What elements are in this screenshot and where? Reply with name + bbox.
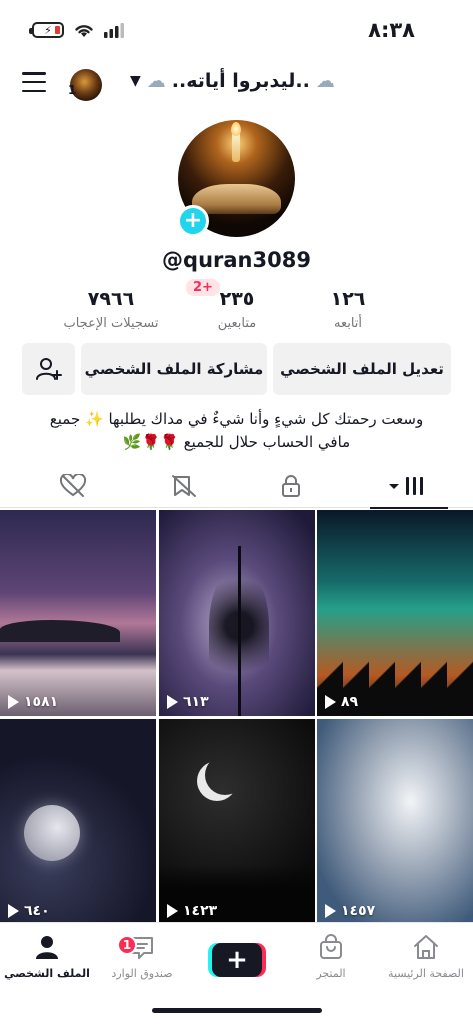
edit-profile-button[interactable]: تعديل الملف الشخصي [273, 343, 451, 395]
chevron-down-icon: ▼ [130, 73, 141, 89]
view-count-value: ٦١٣ [183, 694, 209, 710]
nav-inbox-label: صندوق الوارد [111, 967, 173, 980]
following-count: ١٢٦ [330, 288, 366, 310]
play-icon [325, 695, 336, 709]
following-label: أتابعه [333, 316, 363, 331]
candle-graphic [232, 132, 240, 162]
view-count: ١٤٥٧ [325, 903, 375, 919]
view-count-value: ٦٤٠ [24, 903, 50, 919]
hidden-bookmark-icon [172, 475, 196, 497]
add-photo-button[interactable]: + [177, 205, 209, 237]
video-thumbnail[interactable]: ٦١٣ [159, 510, 315, 716]
view-count-value: ١٤٥٧ [341, 903, 376, 919]
status-bar: ⚡ ٨:٣٨ [0, 0, 473, 60]
signal-icon [104, 23, 124, 38]
profile-actions: مشاركة الملف الشخصي تعديل الملف الشخصي [22, 343, 451, 395]
nav-shop-label: المتجر [316, 967, 346, 980]
tree-graphic [209, 546, 269, 716]
inbox-badge: 1 [117, 935, 137, 955]
home-icon [414, 935, 438, 959]
tab-videos[interactable] [352, 464, 462, 509]
add-person-icon [35, 358, 62, 380]
nav-shop[interactable]: المتجر [286, 931, 376, 980]
play-icon [325, 904, 336, 918]
tab-liked[interactable] [18, 464, 128, 508]
crescent-moon-graphic [205, 755, 245, 795]
profile-header: 1 ▼ ☁ ..ليدبروا أياته.. ☁ [0, 62, 473, 106]
add-friend-button[interactable] [22, 343, 75, 395]
shopping-bag-icon [320, 934, 342, 959]
play-icon [8, 695, 19, 709]
share-profile-button[interactable]: مشاركة الملف الشخصي [81, 343, 267, 395]
view-count: ١٤٢٣ [167, 903, 217, 919]
header-follow-count: 1 [68, 83, 77, 97]
video-thumbnail[interactable]: ١٥٨١ [0, 510, 156, 716]
wifi-icon [75, 25, 93, 37]
nav-home-label: الصفحة الرئيسية [388, 967, 464, 980]
video-grid: ١٥٨١ ٦١٣ ٨٩ ٦٤٠ ١٤٢٣ ١٤٥٧ [0, 510, 473, 925]
view-count-value: ٨٩ [341, 694, 359, 710]
view-count: ٨٩ [325, 694, 358, 710]
lock-icon [282, 475, 300, 497]
video-thumbnail[interactable]: ١٤٢٣ [159, 719, 315, 925]
nav-profile[interactable]: الملف الشخصي [2, 931, 92, 980]
bio-line: وسعت رحمتك كل شيءٍ وأنا شيءٌ في مداك يطل… [49, 410, 424, 428]
menu-icon-line [22, 89, 46, 92]
play-icon [167, 695, 178, 709]
status-icons: ⚡ [29, 22, 124, 38]
account-switcher[interactable]: ▼ ☁ ..ليدبروا أياته.. ☁ [130, 70, 335, 92]
menu-icon-line [22, 80, 46, 84]
battery-icon: ⚡ [29, 22, 64, 38]
video-thumbnail[interactable]: ٨٩ [317, 510, 473, 716]
home-indicator [152, 1008, 322, 1013]
video-thumbnail[interactable]: ١٤٥٧ [317, 719, 473, 925]
content-tabs [0, 464, 473, 509]
tab-favorites[interactable] [129, 464, 239, 508]
status-time: ٨:٣٨ [368, 18, 415, 42]
stat-likes[interactable]: ٧٩٦٦ تسجيلات الإعجاب [46, 288, 176, 331]
cloud-icon: ☁ [146, 70, 166, 92]
tab-private[interactable] [236, 464, 346, 508]
moon-graphic [24, 805, 80, 861]
stat-following[interactable]: ١٢٦ أتابعه [283, 288, 413, 331]
nav-inbox[interactable]: 1 صندوق الوارد [97, 931, 187, 980]
hills-graphic [0, 620, 120, 642]
bio-line: مافي الحساب حلال للجميع 🌹🌹🌿 [122, 433, 351, 451]
nav-profile-label: الملف الشخصي [4, 967, 90, 980]
play-icon [8, 904, 19, 918]
flame-graphic [231, 122, 241, 136]
menu-icon-line [22, 72, 46, 75]
profile-stats: ٧٩٦٦ تسجيلات الإعجاب ٢٣٥ متابعين ١٢٦ أتا… [0, 288, 473, 338]
view-count: ٦١٣ [167, 694, 209, 710]
play-icon [167, 904, 178, 918]
create-button[interactable]: + [212, 943, 262, 977]
view-count-value: ١٥٨١ [24, 694, 59, 710]
username: @quran3089 [162, 248, 311, 272]
profile-icon [36, 936, 58, 959]
likes-count: ٧٩٦٦ [87, 288, 135, 310]
view-count-value: ١٤٢٣ [183, 903, 218, 919]
hidden-heart-icon [59, 474, 87, 497]
account-name: ..ليدبروا أياته.. [171, 70, 310, 92]
menu-button[interactable] [22, 72, 46, 92]
view-count: ٦٤٠ [8, 903, 50, 919]
videos-grid-icon [389, 477, 423, 495]
cloud-icon: ☁ [315, 70, 335, 92]
likes-label: تسجيلات الإعجاب [63, 316, 159, 331]
profile-bio: وسعت رحمتك كل شيءٍ وأنا شيءٌ في مداك يطل… [20, 408, 453, 454]
nav-home[interactable]: الصفحة الرئيسية [381, 931, 471, 980]
book-graphic [192, 184, 281, 214]
view-count: ١٥٨١ [8, 694, 58, 710]
video-thumbnail[interactable]: ٦٤٠ [0, 719, 156, 925]
